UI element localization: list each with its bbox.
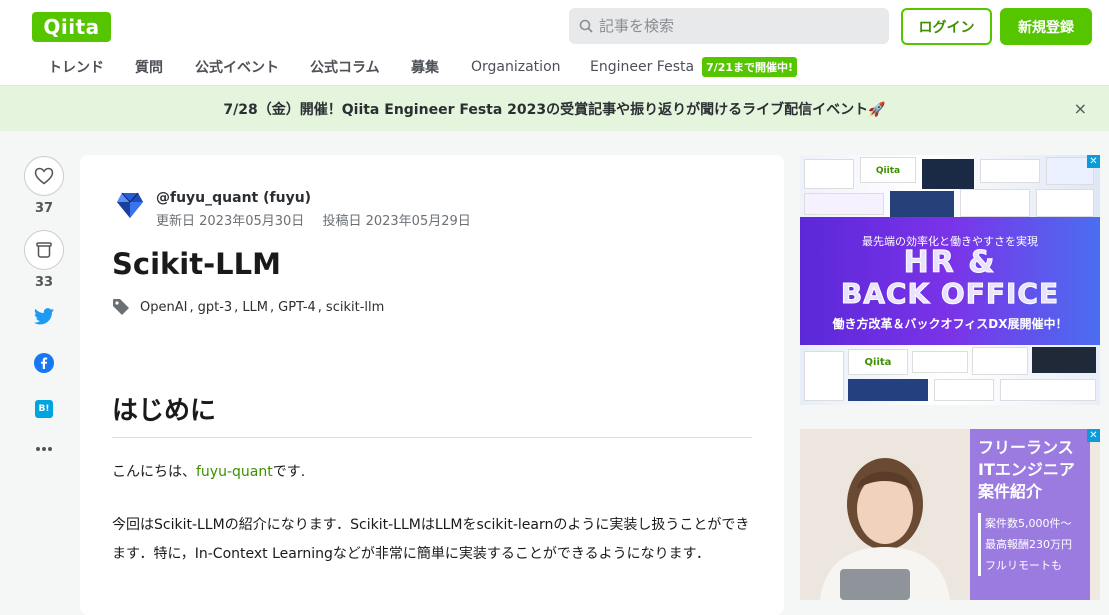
ad-freelance[interactable]: フリーランス ITエンジニア 案件紹介 案件数5,000件〜 最高報酬230万円… [800,429,1100,600]
nav-questions[interactable]: 質問 [135,57,163,77]
stock-count: 33 [34,275,54,290]
ad1-qiita-top: Qiita [860,157,916,183]
tag-gpt4[interactable]: GPT-4 [278,300,316,315]
ad2-panel: フリーランス ITエンジニア 案件紹介 案件数5,000件〜 最高報酬230万円… [970,429,1090,600]
section-heading: はじめに [112,390,752,438]
stock-icon [36,242,52,258]
intro-paragraph: こんにちは、fuyu-quantです. [112,460,305,484]
hatena-bookmark-icon: B! [35,400,53,418]
banner-text: 7/28（金）開催！Qiita Engineer Festa 2023の受賞記事… [223,101,886,118]
tag-icon [113,299,129,315]
tag-separator: , [189,299,194,315]
facebook-share[interactable] [24,353,64,373]
ad-close-icon[interactable]: ✕ [1087,155,1100,168]
intro-suffix: です. [272,464,306,480]
ad2-photo [800,429,970,600]
twitter-share[interactable] [24,308,64,325]
tag-separator: , [270,299,275,315]
ad2-points: 案件数5,000件〜 最高報酬230万円 フルリモートも [978,513,1072,576]
ad2-point: 最高報酬230万円 [978,534,1072,555]
ad1-bottom-collage: Qiita [800,345,1100,405]
ad1-top-collage: Qiita [800,155,1100,217]
ad2-title-line2: ITエンジニア [978,460,1075,479]
search-input[interactable] [599,17,869,35]
nav-engineer-festa[interactable]: Engineer Festa 7/21まで開催中! [590,57,798,77]
nav-recruit[interactable]: 募集 [411,57,439,77]
ad1-main: 最先端の効率化と働きやすさを実現 HR & BACK OFFICE 働き方改革＆… [800,217,1100,345]
facebook-icon [34,353,54,373]
signup-button[interactable]: 新規登録 [1000,8,1092,45]
tag-list: OpenAI, gpt-3, LLM, GPT-4, scikit-llm [112,298,384,316]
nav-official-column[interactable]: 公式コラム [310,57,380,77]
more-icon [36,447,52,451]
tag-separator: , [317,299,322,315]
ad2-point: 案件数5,000件〜 [978,513,1072,534]
more-share[interactable] [24,446,64,452]
site-header: Qiita ログイン 新規登録 トレンド 質問 公式イベント 公式コラム 募集 … [0,0,1109,86]
body-paragraph: 今回はScikit-LLMの紹介になります．Scikit-LLMはLLMをsci… [112,517,750,562]
tag-scikit-llm[interactable]: scikit-llm [326,300,384,315]
ad2-title-line1: フリーランス [978,438,1074,457]
ad1-headline-1: HR & [903,245,997,281]
nav-official-events[interactable]: 公式イベント [195,57,279,77]
heart-icon [34,167,54,185]
updated-date: 更新日 2023年05月30日 [156,214,305,229]
nav-engineer-festa-label: Engineer Festa [590,59,695,75]
ad1-headline-2: BACK OFFICE [840,277,1060,311]
ad2-point: フルリモートも [978,555,1072,576]
search-box[interactable] [569,8,889,44]
ad1-qiita-bottom: Qiita [848,349,908,375]
close-icon[interactable]: × [1074,99,1087,118]
tag-llm[interactable]: LLM [242,300,268,315]
tag-separator: , [234,299,239,315]
like-button[interactable] [24,156,64,196]
ad2-title-line3: 案件紹介 [978,482,1043,501]
author-block: @fuyu_quant (fuyu) 更新日 2023年05月30日 投稿日 2… [114,189,471,229]
festa-badge: 7/21まで開催中! [702,57,798,77]
author-name[interactable]: @fuyu_quant (fuyu) [156,189,471,207]
article-title: Scikit-LLM [112,247,281,281]
ad-close-icon[interactable]: ✕ [1087,429,1100,442]
ad2-title: フリーランス ITエンジニア 案件紹介 [978,437,1075,503]
login-button[interactable]: ログイン [901,8,992,45]
intro-prefix: こんにちは、 [112,464,196,480]
posted-date: 投稿日 2023年05月29日 [322,214,471,229]
nav-trend[interactable]: トレンド [48,57,104,77]
article-actions: 37 33 B! [24,156,64,452]
like-count: 37 [34,201,54,216]
author-link[interactable]: fuyu-quant [196,464,273,480]
author-avatar[interactable] [114,189,146,221]
tag-gpt3[interactable]: gpt-3 [198,300,233,315]
tag-openai[interactable]: OpenAI [140,300,187,315]
stock-button[interactable] [24,230,64,270]
nav-organization[interactable]: Organization [471,59,561,75]
event-banner[interactable]: 7/28（金）開催！Qiita Engineer Festa 2023の受賞記事… [0,86,1109,131]
ad1-subtext: 働き方改革＆バックオフィスDX展開催中！ [832,317,1068,331]
article-dates: 更新日 2023年05月30日 投稿日 2023年05月29日 [156,210,471,229]
twitter-icon [34,308,54,325]
search-icon [579,19,593,33]
qiita-logo[interactable]: Qiita [32,12,111,42]
article-card: @fuyu_quant (fuyu) 更新日 2023年05月30日 投稿日 2… [80,155,784,615]
ad-hr-backoffice[interactable]: Qiita 最先端の効率化と働きやすさを実現 HR & BACK OFFICE … [800,155,1100,405]
hatena-share[interactable]: B! [24,400,64,418]
